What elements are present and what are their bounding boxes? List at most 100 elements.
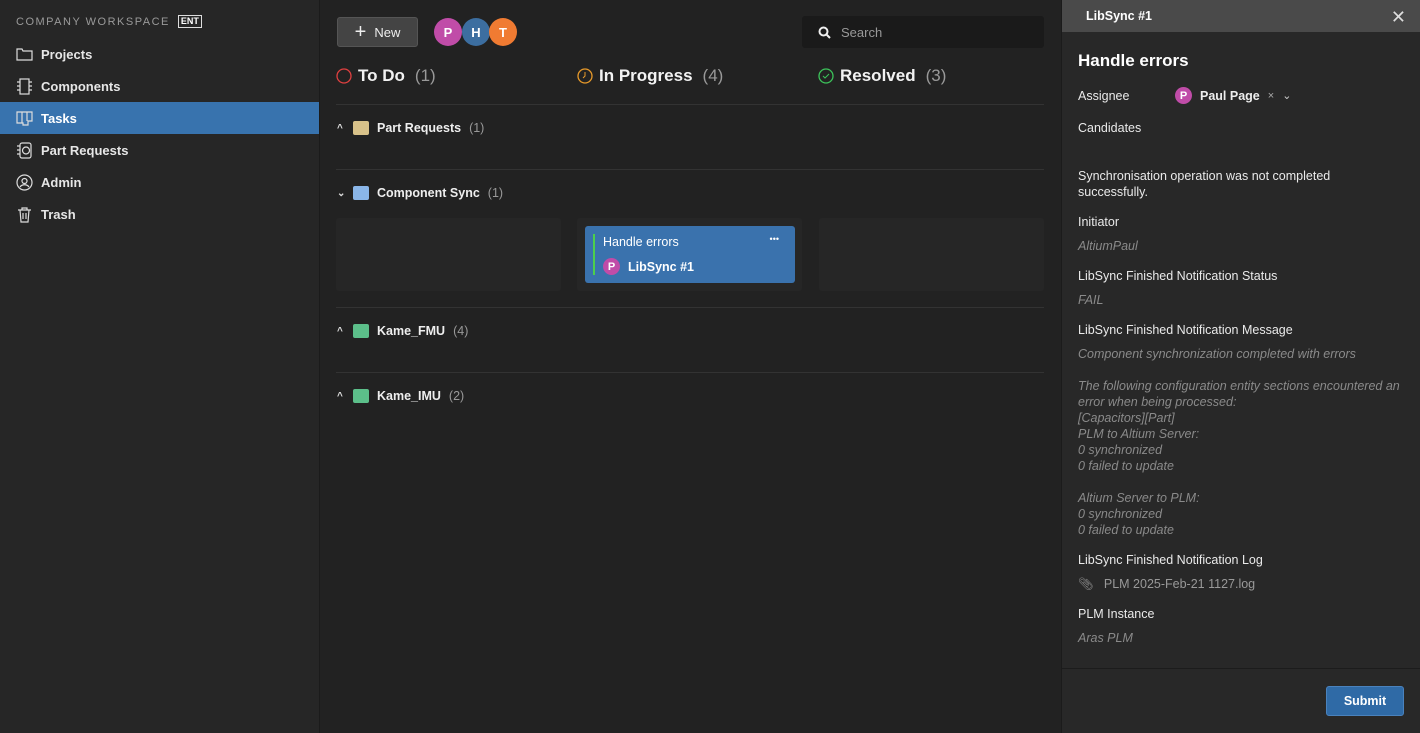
clear-icon[interactable]: × [1268, 90, 1274, 102]
card-title: Handle errors [603, 235, 679, 249]
field-label: LibSync Finished Notification Status [1078, 269, 1278, 283]
group-component-sync[interactable]: ⌄ Component Sync (1) [337, 186, 503, 200]
group-count: (1) [469, 121, 485, 135]
avatar-filter[interactable]: P [434, 18, 462, 46]
details-line: 0 failed to update [1078, 523, 1174, 537]
sidebar: COMPANY WORKSPACE ENT Projects Components… [0, 0, 320, 733]
sidebar-item-tasks[interactable]: Tasks [0, 102, 319, 134]
column-count: (1) [414, 66, 436, 85]
details-line: 0 synchronized [1078, 443, 1163, 457]
sidebar-item-label: Tasks [41, 110, 77, 126]
chevron-up-icon: ^ [337, 122, 343, 134]
group-count: (4) [453, 324, 469, 338]
column-title: In Progress [599, 66, 693, 85]
details-line: PLM to Altium Server: [1078, 427, 1200, 441]
group-title: Kame_IMU [377, 389, 441, 403]
sidebar-item-label: Projects [41, 46, 93, 62]
paperclip-icon: 📎︎ [1078, 577, 1094, 591]
check-circle-icon [818, 68, 834, 84]
search-input[interactable]: Search [802, 16, 1044, 48]
avatar: P [603, 258, 620, 275]
group-count: (2) [448, 389, 465, 403]
sidebar-item-label: Admin [41, 174, 82, 190]
workspace-name: COMPANY WORKSPACE [16, 15, 170, 28]
column-todo: To Do (1) [336, 66, 436, 86]
sidebar-item-label: Components [41, 78, 121, 94]
lane-resolved [819, 218, 1044, 291]
group-kame-fmu[interactable]: ^ Kame_FMU (4) [337, 324, 468, 338]
sidebar-item-projects[interactable]: Projects [0, 38, 319, 70]
task-title: Handle errors [1078, 51, 1189, 70]
details-line: Altium Server to PLM: [1078, 491, 1200, 505]
avatar-filter[interactable]: T [489, 18, 517, 46]
part-request-icon [17, 141, 32, 159]
card-subtitle: LibSync #1 [628, 259, 694, 274]
log-file-name: PLM 2025-Feb-21 1127.log [1103, 577, 1256, 591]
close-icon[interactable]: ✕ [1391, 7, 1406, 28]
search-icon [818, 26, 831, 39]
sidebar-item-label: Part Requests [41, 142, 129, 158]
project-icon [353, 389, 369, 403]
message-text: Synchronisation operation was not comple… [1078, 169, 1331, 199]
field-label: Initiator [1078, 215, 1119, 229]
sidebar-item-components[interactable]: Components [0, 70, 319, 102]
field-value: FAIL [1078, 293, 1104, 307]
group-count: (1) [487, 186, 504, 200]
search-placeholder: Search [841, 24, 883, 40]
kanban-icon [16, 110, 33, 126]
group-part-requests[interactable]: ^ Part Requests (1) [337, 121, 484, 135]
divider [336, 372, 1044, 373]
chevron-up-icon: ^ [337, 325, 343, 337]
chevron-down-icon[interactable]: ⌄ [1282, 89, 1291, 102]
status-bar [593, 234, 595, 275]
trash-icon [18, 206, 31, 223]
chip-icon [17, 77, 32, 95]
folder-icon [16, 47, 33, 61]
new-button[interactable]: + New [337, 17, 418, 47]
plm-label: PLM Instance [1078, 607, 1155, 621]
task-detail-panel: LibSync #1 ✕ Handle errors Assignee P Pa… [1061, 0, 1420, 733]
workspace-label: COMPANY WORKSPACE ENT [16, 15, 202, 28]
column-count: (4) [702, 66, 724, 85]
chevron-down-icon: ⌄ [337, 187, 346, 199]
component-sync-icon [353, 186, 369, 200]
column-title: To Do [358, 66, 405, 85]
edition-badge: ENT [177, 15, 202, 28]
avatar-filter[interactable]: H [462, 18, 490, 46]
new-label: New [374, 24, 401, 40]
submit-button[interactable]: Submit [1326, 686, 1404, 716]
field-label: LibSync Finished Notification Message [1078, 323, 1293, 337]
sidebar-item-trash[interactable]: Trash [0, 198, 319, 230]
panel-header: LibSync #1 [1062, 0, 1420, 32]
divider [336, 307, 1044, 308]
sidebar-item-admin[interactable]: Admin [0, 166, 319, 198]
task-card[interactable]: Handle errors ••• P LibSync #1 [585, 226, 795, 283]
sidebar-item-label: Trash [41, 206, 76, 222]
group-kame-imu[interactable]: ^ Kame_IMU (2) [337, 389, 464, 403]
details-text: The following configuration entity secti… [1078, 378, 1403, 538]
divider [336, 169, 1044, 170]
group-title: Component Sync [377, 186, 480, 200]
sidebar-item-part-requests[interactable]: Part Requests [0, 134, 319, 166]
task-board: + New P H T Search To Do (1) In Progress (4… [320, 0, 1061, 733]
user-circle-icon [16, 173, 33, 191]
column-count: (3) [925, 66, 947, 85]
more-icon[interactable]: ••• [770, 234, 779, 244]
details-line: The following configuration entity secti… [1078, 379, 1400, 409]
avatar: P [1175, 87, 1192, 104]
lane-todo [336, 218, 561, 291]
candidates-label: Candidates [1078, 121, 1142, 135]
plus-icon: + [354, 21, 367, 43]
log-file-link[interactable]: 📎︎ PLM 2025-Feb-21 1127.log [1078, 576, 1408, 592]
group-title: Part Requests [377, 121, 462, 135]
assignee-select[interactable]: P Paul Page × ⌄ [1175, 87, 1291, 104]
divider [1062, 668, 1420, 669]
field-value: AltiumPaul [1078, 239, 1138, 253]
details-line: [Capacitors][Part] [1078, 411, 1175, 425]
circle-icon [336, 68, 352, 84]
chevron-up-icon: ^ [337, 390, 343, 402]
column-resolved: Resolved (3) [818, 66, 946, 86]
clock-icon [577, 68, 593, 84]
part-request-group-icon [353, 121, 369, 135]
plm-value: Aras PLM [1078, 631, 1133, 645]
